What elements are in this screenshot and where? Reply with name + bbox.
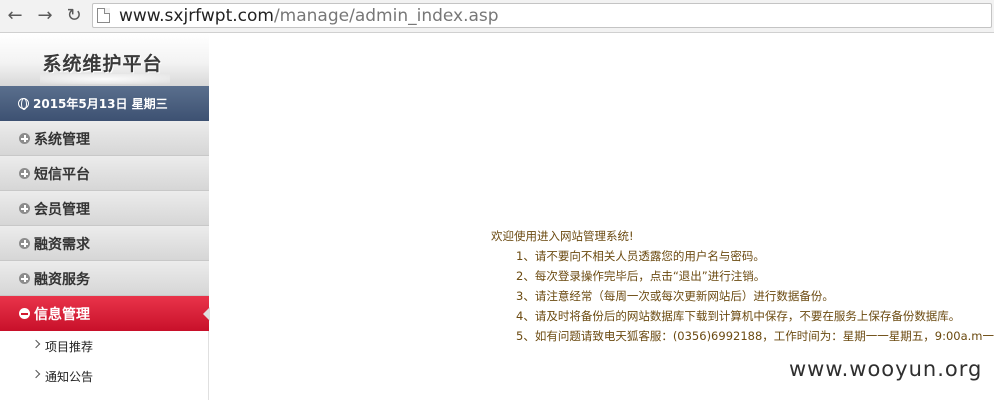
- back-arrow-icon[interactable]: ←: [4, 5, 26, 27]
- reload-icon[interactable]: ↻: [63, 5, 85, 27]
- notice-item: 2、每次登录操作完毕后，点击“退出”进行注销。: [516, 269, 766, 283]
- url-path: /manage/admin_index.asp: [273, 6, 499, 26]
- sidebar: 系统维护平台 2015年5月13日 星期三 系统管理 短信平台 会员管理 融资需…: [0, 34, 210, 400]
- plus-circle-icon: [19, 168, 30, 179]
- globe-icon: [18, 98, 29, 110]
- date-bar: 2015年5月13日 星期三: [0, 86, 209, 121]
- platform-title: 系统维护平台: [42, 53, 163, 75]
- notice-item: 4、请及时将备份后的网站数据库下载到计算机中保存，不要在服务上保存备份数据库。: [516, 309, 961, 323]
- url-host: www.sxjrfwpt.com: [119, 6, 274, 26]
- plus-circle-icon: [19, 203, 30, 214]
- plus-circle-icon: [19, 133, 30, 144]
- submenu-item-label: 项目推荐: [45, 340, 94, 354]
- logo-area: 系统维护平台: [0, 34, 209, 86]
- plus-circle-icon: [19, 238, 30, 249]
- logo-shine: [40, 74, 170, 84]
- chevron-right-icon: [31, 369, 41, 379]
- menu-item-sms[interactable]: 短信平台: [0, 156, 209, 191]
- minus-circle-icon: [19, 308, 30, 319]
- submenu-item-label: 通知公告: [45, 370, 94, 384]
- menu-item-system[interactable]: 系统管理: [0, 121, 209, 156]
- watermark: www.wooyun.org: [789, 357, 983, 381]
- menu-item-label: 信息管理: [34, 307, 90, 323]
- menu-item-financing-services[interactable]: 融资服务: [0, 261, 209, 296]
- active-pointer-icon: [203, 307, 210, 321]
- address-bar[interactable]: www.sxjrfwpt.com/manage/admin_index.asp: [92, 3, 992, 28]
- menu-item-info-management[interactable]: 信息管理: [0, 296, 210, 331]
- menu-item-label: 短信平台: [34, 167, 90, 183]
- page-icon: [97, 8, 110, 23]
- welcome-message: 欢迎使用进入网站管理系统!: [491, 229, 634, 243]
- chevron-right-icon: [31, 339, 41, 349]
- notice-item: 3、请注意经常（每周一次或每次更新网站后）进行数据备份。: [516, 289, 834, 303]
- notice-item: 1、请不要向不相关人员透露您的用户名与密码。: [516, 249, 765, 263]
- forward-arrow-icon[interactable]: →: [34, 5, 56, 27]
- url-text[interactable]: www.sxjrfwpt.com/manage/admin_index.asp: [119, 5, 499, 27]
- menu-item-members[interactable]: 会员管理: [0, 191, 209, 226]
- menu-item-label: 系统管理: [34, 132, 90, 148]
- menu-item-financing-needs[interactable]: 融资需求: [0, 226, 209, 261]
- main-content: 欢迎使用进入网站管理系统! 1、请不要向不相关人员透露您的用户名与密码。 2、每…: [210, 34, 994, 400]
- submenu-item-project-recommend[interactable]: 项目推荐: [0, 332, 209, 362]
- menu-item-label: 会员管理: [34, 202, 90, 218]
- plus-circle-icon: [19, 273, 30, 284]
- notice-item: 5、如有问题请致电天狐客服：(0356)6992188，工作时间为：星期一一星期…: [516, 329, 994, 343]
- browser-toolbar: ← → ↻ www.sxjrfwpt.com/manage/admin_inde…: [0, 0, 994, 33]
- menu-item-label: 融资服务: [34, 272, 90, 288]
- current-date: 2015年5月13日 星期三: [33, 97, 168, 111]
- submenu-item-announcements[interactable]: 通知公告: [0, 362, 209, 392]
- menu-item-label: 融资需求: [34, 237, 90, 253]
